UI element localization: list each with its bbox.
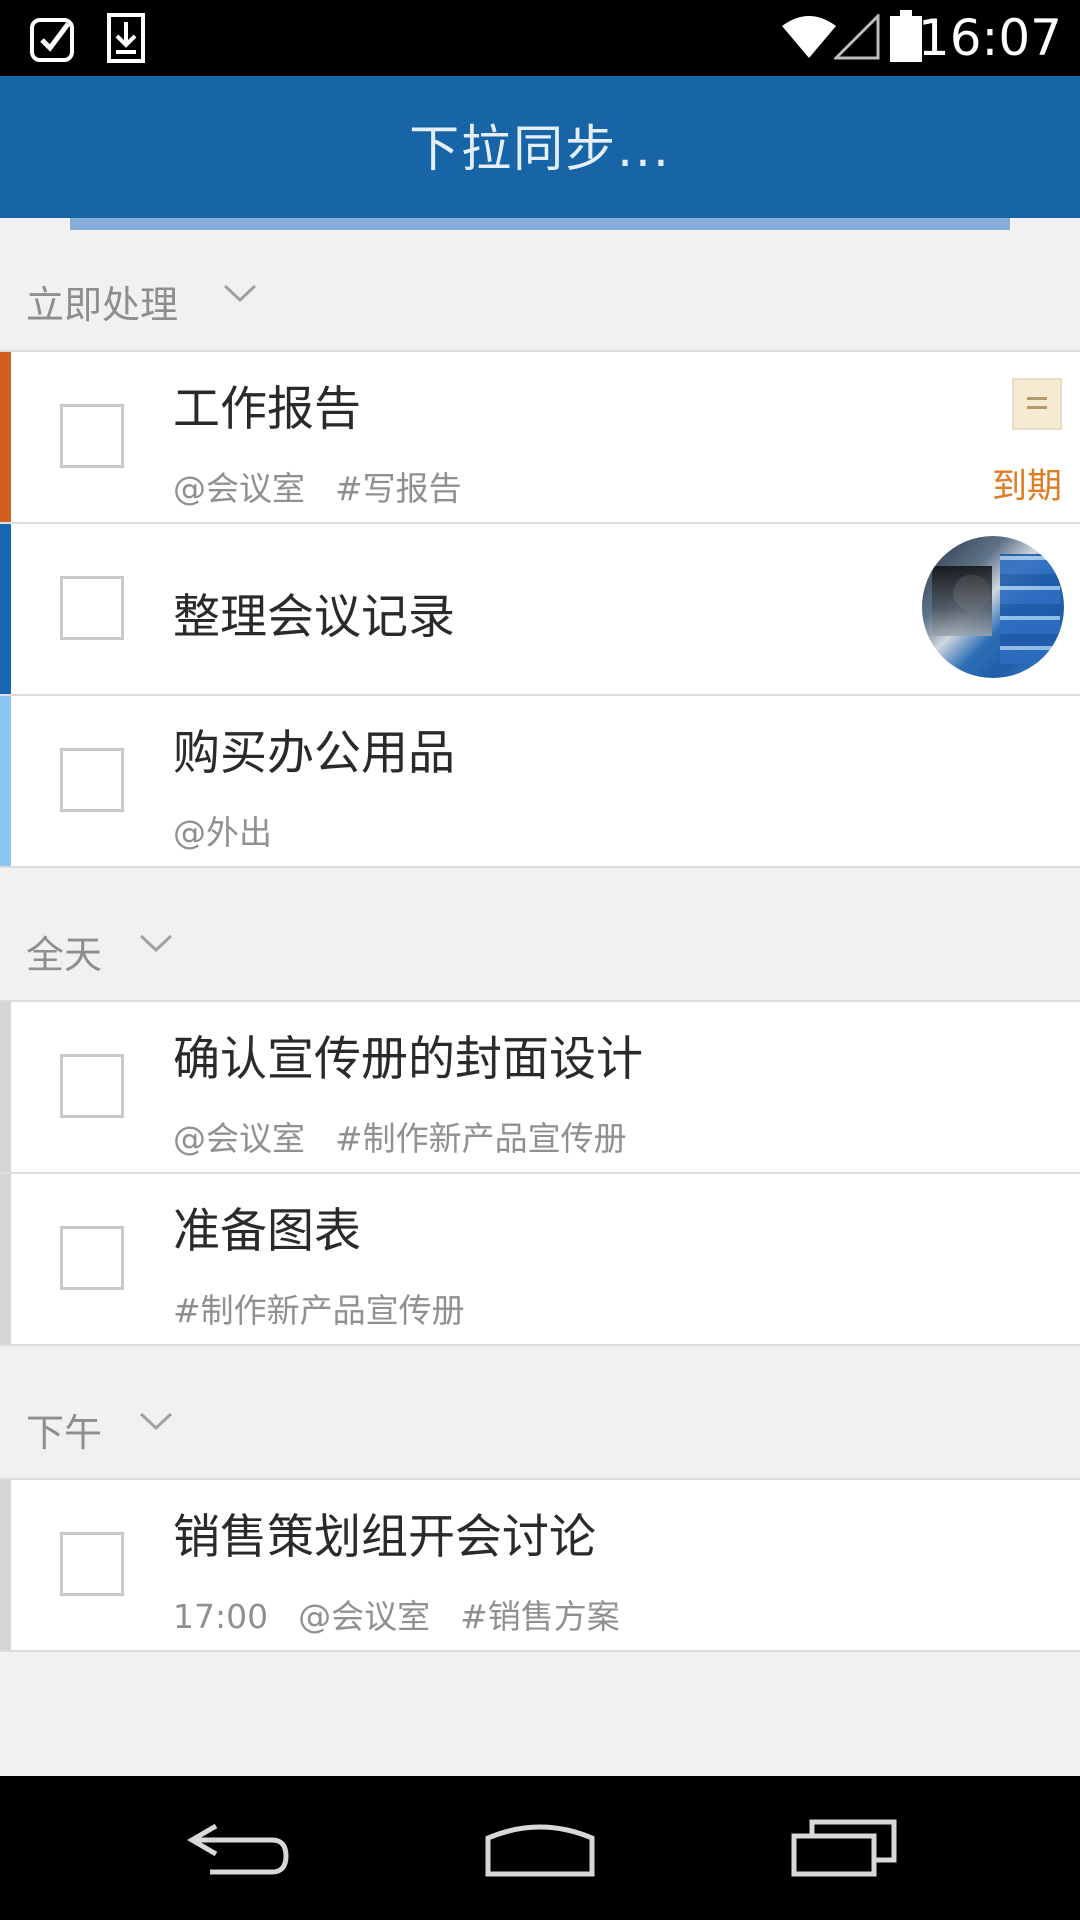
priority-bar — [0, 1174, 11, 1344]
task-group-afternoon: 销售策划组开会讨论 17:00 @会议室 #销售方案 — [0, 1478, 1080, 1652]
task-item[interactable]: 准备图表 #制作新产品宣传册 — [0, 1174, 1080, 1344]
sync-title: 下拉同步... — [409, 120, 671, 178]
task-context: @外出 — [173, 813, 272, 852]
section-label: 全天 — [26, 933, 103, 977]
priority-bar — [0, 352, 11, 522]
task-title: 准备图表 — [173, 1204, 361, 1259]
priority-bar — [0, 1002, 11, 1172]
task-group-immediate: 工作报告 @会议室 #写报告 到期 整理会议记录 购买办公用品 @外出 — [0, 350, 1080, 868]
task-meta: @外出 — [173, 806, 302, 854]
chevron-down-icon — [139, 1412, 173, 1431]
task-title: 购买办公用品 — [173, 726, 455, 781]
chevron-down-icon — [223, 284, 257, 303]
task-checkbox[interactable] — [60, 404, 124, 468]
wifi-icon — [782, 16, 836, 58]
section-header-allday[interactable]: 全天 — [0, 896, 1080, 1006]
task-item[interactable]: 工作报告 @会议室 #写报告 到期 — [0, 352, 1080, 524]
home-icon[interactable] — [484, 1818, 596, 1878]
task-title: 整理会议记录 — [173, 590, 455, 645]
status-bar: 16:07 — [0, 0, 1080, 76]
download-icon — [107, 13, 145, 63]
priority-bar — [0, 696, 11, 866]
recent-apps-icon[interactable] — [790, 1818, 898, 1878]
navigation-bar — [0, 1776, 1080, 1920]
task-project: #制作新产品宣传册 — [173, 1291, 465, 1330]
task-item[interactable]: 销售策划组开会讨论 17:00 @会议室 #销售方案 — [0, 1480, 1080, 1650]
status-time: 16:07 — [917, 9, 1062, 67]
task-context: @会议室 — [298, 1597, 431, 1636]
task-meta: 17:00 @会议室 #销售方案 — [173, 1590, 650, 1638]
priority-bar — [0, 524, 11, 694]
section-label: 下午 — [26, 1411, 103, 1455]
task-project: #制作新产品宣传册 — [335, 1119, 627, 1158]
task-project: #写报告 — [335, 469, 462, 508]
task-group-allday: 确认宣传册的封面设计 @会议室 #制作新产品宣传册 准备图表 #制作新产品宣传册 — [0, 1000, 1080, 1346]
task-title: 确认宣传册的封面设计 — [173, 1032, 643, 1087]
task-context: @会议室 — [173, 469, 305, 508]
task-item[interactable]: 确认宣传册的封面设计 @会议室 #制作新产品宣传册 — [0, 1002, 1080, 1174]
section-label: 立即处理 — [26, 283, 179, 327]
section-header-afternoon[interactable]: 下午 — [0, 1374, 1080, 1484]
cell-signal-icon — [834, 14, 880, 60]
task-checkbox[interactable] — [60, 748, 124, 812]
task-checkbox[interactable] — [60, 576, 124, 640]
task-context: @会议室 — [173, 1119, 305, 1158]
chevron-down-icon — [139, 934, 173, 953]
task-time: 17:00 — [173, 1597, 269, 1636]
section-header-immediate[interactable]: 立即处理 — [0, 246, 1080, 356]
task-title: 销售策划组开会讨论 — [173, 1510, 596, 1565]
action-bar: 下拉同步... — [0, 76, 1080, 218]
task-item[interactable]: 整理会议记录 — [0, 524, 1080, 696]
task-checkbox[interactable] — [60, 1532, 124, 1596]
attachment-photo[interactable] — [922, 536, 1064, 678]
task-title: 工作报告 — [173, 382, 361, 437]
task-check-icon — [30, 18, 74, 62]
task-item[interactable]: 购买办公用品 @外出 — [0, 696, 1080, 866]
back-icon[interactable] — [186, 1818, 292, 1878]
note-icon[interactable] — [1012, 378, 1062, 430]
task-checkbox[interactable] — [60, 1054, 124, 1118]
task-project: #销售方案 — [460, 1597, 620, 1636]
sync-progress-bar — [70, 218, 1010, 230]
priority-bar — [0, 1480, 11, 1650]
task-meta: #制作新产品宣传册 — [173, 1284, 495, 1332]
due-label: 到期 — [991, 467, 1062, 507]
task-checkbox[interactable] — [60, 1226, 124, 1290]
task-meta: @会议室 #制作新产品宣传册 — [173, 1112, 657, 1160]
task-meta: @会议室 #写报告 — [173, 462, 492, 510]
